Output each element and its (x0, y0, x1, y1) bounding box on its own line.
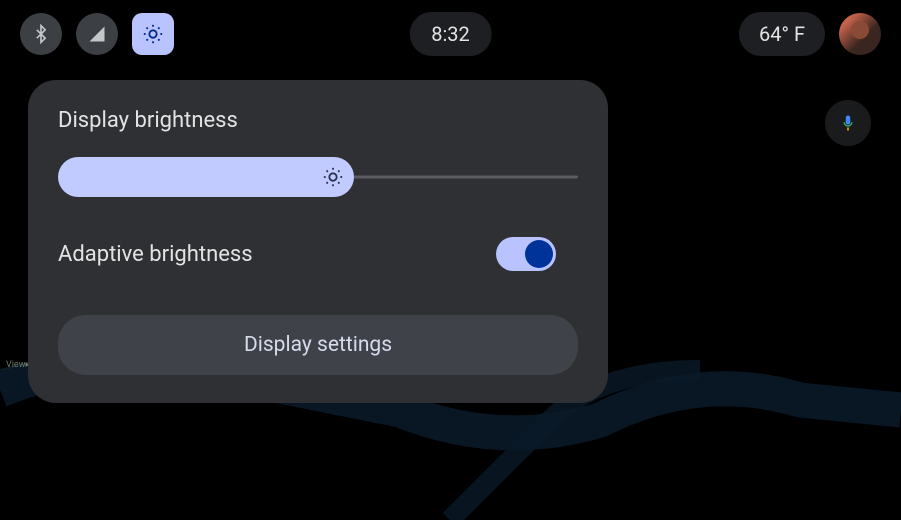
temperature: 64° F (739, 12, 825, 56)
brightness-panel: Display brightness Adaptive brightness D… (28, 80, 608, 403)
map-label: View▸ (6, 360, 30, 370)
status-bar: 8:32 64° F (0, 0, 901, 68)
mic-button[interactable] (825, 100, 871, 146)
display-settings-button[interactable]: Display settings (58, 315, 578, 375)
adaptive-brightness-label: Adaptive brightness (58, 242, 253, 267)
panel-title: Display brightness (58, 108, 578, 133)
adaptive-brightness-toggle[interactable] (496, 237, 556, 271)
slider-fill (58, 157, 354, 197)
brightness-button[interactable] (132, 13, 174, 55)
bluetooth-button[interactable] (20, 13, 62, 55)
avatar[interactable] (839, 13, 881, 55)
brightness-slider[interactable] (58, 157, 578, 197)
bluetooth-icon (31, 24, 51, 44)
clock: 8:32 (409, 12, 492, 56)
mic-icon (839, 114, 857, 132)
adaptive-brightness-row: Adaptive brightness (58, 237, 578, 271)
signal-button[interactable] (76, 13, 118, 55)
brightness-icon (142, 23, 164, 45)
brightness-thumb-icon (322, 166, 344, 188)
toggle-knob (525, 240, 553, 268)
signal-icon (87, 24, 107, 44)
